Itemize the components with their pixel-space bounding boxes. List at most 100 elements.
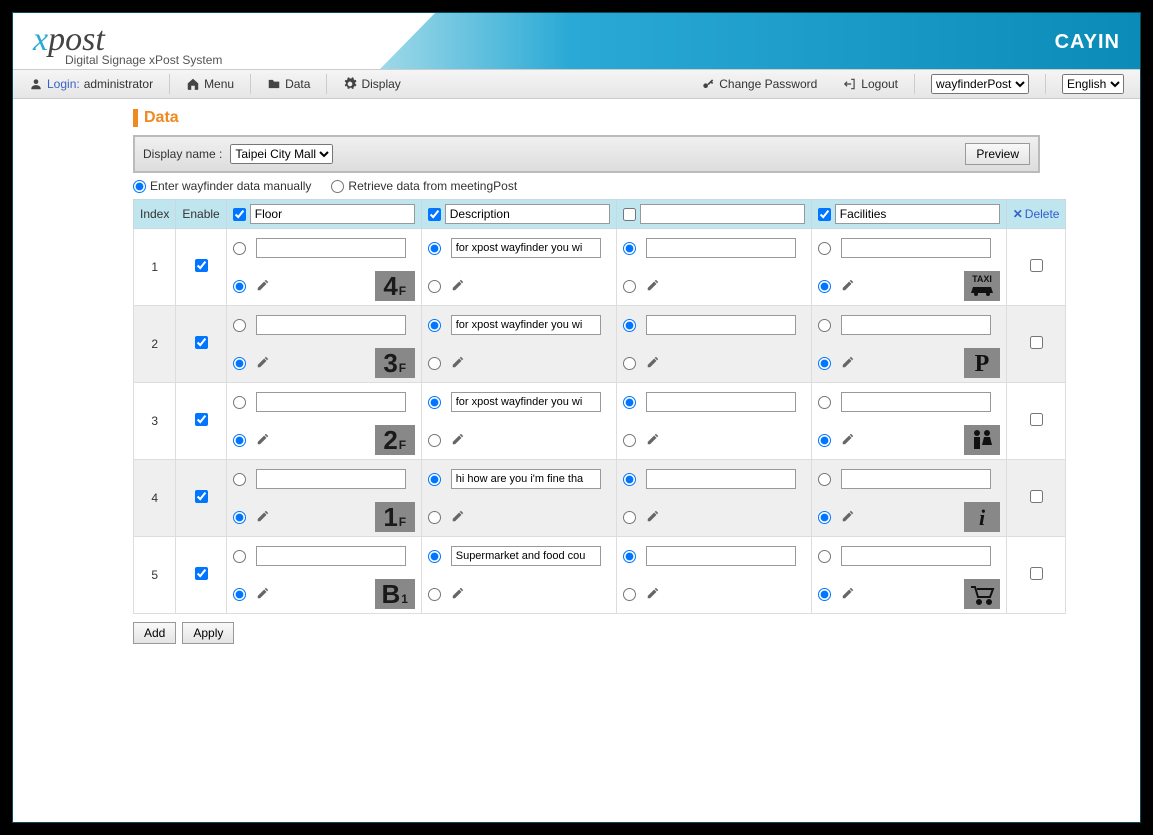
facility-text-input[interactable]: [841, 392, 991, 412]
image-radio[interactable]: [233, 511, 246, 524]
image-radio[interactable]: [233, 280, 246, 293]
text-radio[interactable]: [428, 550, 441, 563]
image-radio[interactable]: [623, 511, 636, 524]
col3-text-input[interactable]: [646, 546, 796, 566]
col2-input[interactable]: [445, 204, 610, 224]
floor-text-input[interactable]: [256, 392, 406, 412]
edit-icon[interactable]: [256, 509, 270, 526]
nav-menu[interactable]: Menu: [176, 69, 244, 99]
col2-check[interactable]: [428, 208, 441, 221]
text-radio[interactable]: [233, 396, 246, 409]
change-password[interactable]: Change Password: [691, 69, 827, 99]
edit-icon[interactable]: [841, 509, 855, 526]
image-radio[interactable]: [623, 434, 636, 447]
floor-text-input[interactable]: [256, 315, 406, 335]
image-radio[interactable]: [818, 357, 831, 370]
facility-text-input[interactable]: [841, 315, 991, 335]
text-radio[interactable]: [623, 550, 636, 563]
text-radio[interactable]: [818, 473, 831, 486]
apply-button[interactable]: Apply: [182, 622, 234, 644]
edit-icon[interactable]: [841, 278, 855, 295]
text-radio[interactable]: [428, 473, 441, 486]
col3-text-input[interactable]: [646, 238, 796, 258]
edit-icon[interactable]: [841, 586, 855, 603]
floor-text-input[interactable]: [256, 238, 406, 258]
edit-icon[interactable]: [646, 586, 660, 603]
text-radio[interactable]: [233, 242, 246, 255]
edit-icon[interactable]: [646, 355, 660, 372]
image-radio[interactable]: [818, 588, 831, 601]
facility-text-input[interactable]: [841, 238, 991, 258]
nav-data[interactable]: Data: [257, 69, 320, 99]
row-delete-check[interactable]: [1030, 259, 1043, 272]
edit-icon[interactable]: [646, 432, 660, 449]
language-select[interactable]: English: [1062, 74, 1124, 94]
image-radio[interactable]: [428, 588, 441, 601]
text-radio[interactable]: [623, 396, 636, 409]
desc-text-input[interactable]: [451, 392, 601, 412]
col3-text-input[interactable]: [646, 315, 796, 335]
row-enable[interactable]: [195, 413, 208, 426]
desc-text-input[interactable]: [451, 238, 601, 258]
module-select[interactable]: wayfinderPost: [931, 74, 1029, 94]
edit-icon[interactable]: [841, 432, 855, 449]
text-radio[interactable]: [818, 319, 831, 332]
logout[interactable]: Logout: [833, 69, 908, 99]
col1-input[interactable]: [250, 204, 415, 224]
image-radio[interactable]: [428, 511, 441, 524]
edit-icon[interactable]: [451, 509, 465, 526]
text-radio[interactable]: [818, 550, 831, 563]
text-radio[interactable]: [623, 242, 636, 255]
edit-icon[interactable]: [256, 278, 270, 295]
col4-input[interactable]: [835, 204, 1000, 224]
facility-text-input[interactable]: [841, 469, 991, 489]
radio-manual[interactable]: Enter wayfinder data manually: [133, 179, 311, 193]
col1-check[interactable]: [233, 208, 246, 221]
image-radio[interactable]: [428, 434, 441, 447]
facility-text-input[interactable]: [841, 546, 991, 566]
desc-text-input[interactable]: [451, 315, 601, 335]
image-radio[interactable]: [233, 434, 246, 447]
col3-text-input[interactable]: [646, 392, 796, 412]
edit-icon[interactable]: [451, 432, 465, 449]
text-radio[interactable]: [428, 319, 441, 332]
display-name-select[interactable]: Taipei City Mall: [230, 144, 333, 164]
col3-check[interactable]: [623, 208, 636, 221]
edit-icon[interactable]: [256, 355, 270, 372]
preview-button[interactable]: Preview: [965, 143, 1030, 165]
floor-text-input[interactable]: [256, 469, 406, 489]
delete-link[interactable]: ✕Delete: [1013, 207, 1060, 221]
text-radio[interactable]: [428, 396, 441, 409]
image-radio[interactable]: [233, 588, 246, 601]
text-radio[interactable]: [233, 550, 246, 563]
edit-icon[interactable]: [451, 355, 465, 372]
desc-text-input[interactable]: [451, 546, 601, 566]
text-radio[interactable]: [233, 473, 246, 486]
row-delete-check[interactable]: [1030, 413, 1043, 426]
image-radio[interactable]: [623, 357, 636, 370]
image-radio[interactable]: [623, 588, 636, 601]
row-enable[interactable]: [195, 336, 208, 349]
col3-text-input[interactable]: [646, 469, 796, 489]
floor-text-input[interactable]: [256, 546, 406, 566]
radio-retrieve[interactable]: Retrieve data from meetingPost: [331, 179, 517, 193]
text-radio[interactable]: [623, 473, 636, 486]
text-radio[interactable]: [428, 242, 441, 255]
col3-input[interactable]: [640, 204, 805, 224]
image-radio[interactable]: [623, 280, 636, 293]
add-button[interactable]: Add: [133, 622, 176, 644]
row-delete-check[interactable]: [1030, 567, 1043, 580]
image-radio[interactable]: [818, 280, 831, 293]
image-radio[interactable]: [818, 511, 831, 524]
nav-display[interactable]: Display: [333, 69, 410, 99]
edit-icon[interactable]: [256, 586, 270, 603]
desc-text-input[interactable]: [451, 469, 601, 489]
row-delete-check[interactable]: [1030, 490, 1043, 503]
row-delete-check[interactable]: [1030, 336, 1043, 349]
edit-icon[interactable]: [451, 586, 465, 603]
edit-icon[interactable]: [841, 355, 855, 372]
edit-icon[interactable]: [451, 278, 465, 295]
image-radio[interactable]: [428, 280, 441, 293]
image-radio[interactable]: [428, 357, 441, 370]
row-enable[interactable]: [195, 567, 208, 580]
